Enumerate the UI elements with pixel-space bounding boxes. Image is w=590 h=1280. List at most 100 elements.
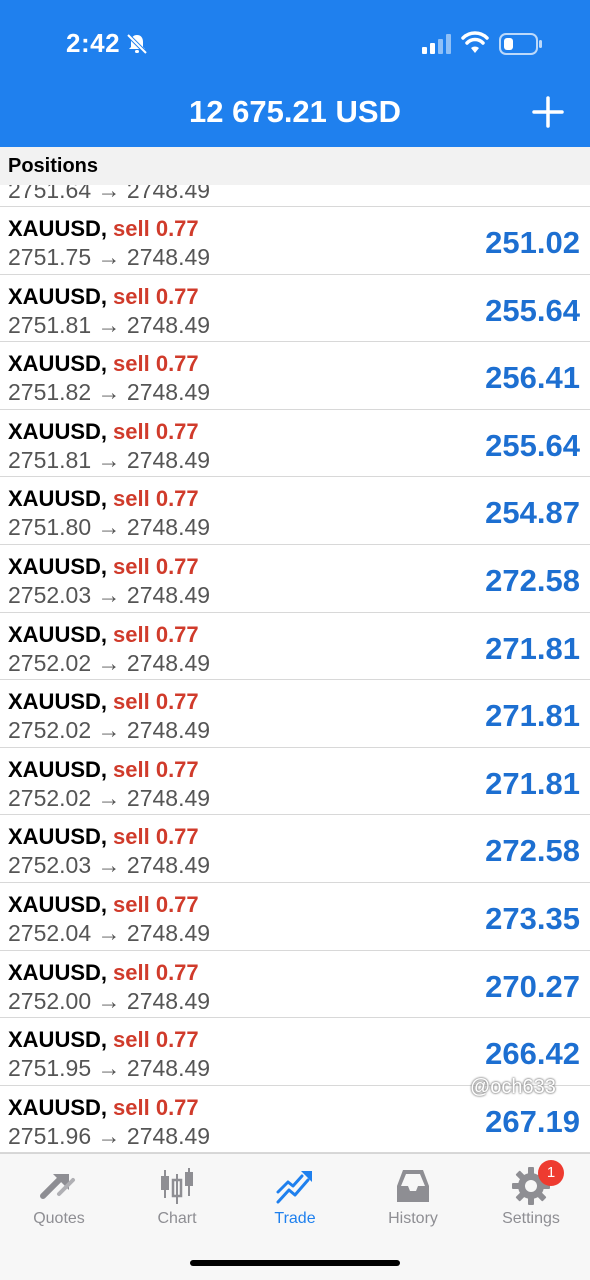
battery-icon <box>499 33 542 55</box>
tab-label: Quotes <box>33 1210 85 1227</box>
position-symbol-line: XAUUSD, sell 0.77 <box>8 351 199 377</box>
trade-side: sell 0.77 <box>113 1027 199 1053</box>
section-title: Positions <box>8 155 99 177</box>
position-symbol-line: XAUUSD, sell 0.77 <box>8 486 199 512</box>
bell-slash-icon <box>126 33 148 55</box>
tab-label: Settings <box>502 1210 560 1227</box>
separator: , <box>100 824 108 850</box>
symbol: XAUUSD <box>8 216 101 241</box>
position-profit: 255.64 <box>485 427 580 463</box>
separator: , <box>100 418 108 444</box>
position-row[interactable]: XAUUSD, sell 0.77 2752.02 → 2748.49 271.81 <box>0 680 590 748</box>
positions-list[interactable]: 2751.64 → 2748.49 XAUUSD, sell 0.77 2751.7… <box>0 185 590 1153</box>
trade-side: sell 0.77 <box>113 824 199 850</box>
tab-label: Trade <box>274 1210 316 1227</box>
position-prices: 2751.82 → 2748.49 <box>8 379 211 406</box>
position-row[interactable]: XAUUSD, sell 0.77 2752.02 → 2748.49 271.81 <box>0 613 590 681</box>
separator: , <box>100 216 108 241</box>
separator: , <box>100 621 108 647</box>
signal-icon <box>422 34 451 54</box>
position-prices: 2751.80 → 2748.49 <box>8 514 211 541</box>
symbol: XAUUSD <box>8 959 101 985</box>
position-prices: 2752.02 → 2748.49 <box>8 717 211 744</box>
position-prices: 2751.81 → 2748.49 <box>8 446 211 473</box>
position-symbol-line: XAUUSD, sell 0.77 <box>8 757 199 783</box>
position-row[interactable]: XAUUSD, sell 0.77 2751.75 → 2748.49 251.02 <box>0 207 590 275</box>
position-row[interactable]: XAUUSD, sell 0.77 2751.80 → 2748.49 254.87 <box>0 477 590 545</box>
separator: , <box>100 486 108 512</box>
position-symbol-line: XAUUSD, sell 0.77 <box>8 419 199 445</box>
position-symbol-line: XAUUSD, sell 0.77 <box>8 689 199 715</box>
position-profit: 272.58 <box>485 833 580 869</box>
notification-badge: 1 <box>538 1160 564 1186</box>
position-symbol-line: XAUUSD, sell 0.77 <box>8 1095 199 1121</box>
position-symbol-line: XAUUSD, sell 0.77 <box>8 284 199 310</box>
separator: , <box>100 1027 108 1053</box>
trade-side: sell 0.77 <box>113 959 199 985</box>
trade-side: sell 0.77 <box>113 892 199 917</box>
symbol: XAUUSD <box>8 486 101 512</box>
watermark: @och633 <box>470 1076 556 1098</box>
position-prices: 2752.02 → 2748.49 <box>8 649 211 676</box>
symbol: XAUUSD <box>8 1027 101 1053</box>
position-row[interactable]: XAUUSD, sell 0.77 2751.81 → 2748.49 255.64 <box>0 410 590 478</box>
position-profit: 266.42 <box>485 1036 580 1072</box>
position-symbol-line: XAUUSD, sell 0.77 <box>8 1027 199 1053</box>
position-prices: 2751.95 → 2748.49 <box>8 1055 211 1082</box>
position-prices: 2751.64 → 2748.49 <box>8 185 211 203</box>
position-row[interactable]: XAUUSD, sell 0.77 2752.03 → 2748.49 272.58 <box>0 545 590 613</box>
account-balance: 12 675.21 USD <box>189 94 401 129</box>
position-profit: 272.58 <box>485 563 580 598</box>
tab-history[interactable]: History <box>354 1154 472 1244</box>
tab-trade[interactable]: Trade <box>236 1154 354 1244</box>
position-profit: 273.35 <box>485 901 580 936</box>
position-prices: 2751.75 → 2748.49 <box>8 244 211 270</box>
separator: , <box>100 756 108 782</box>
trade-side: sell 0.77 <box>113 418 199 444</box>
position-profit: 270.27 <box>485 968 580 1004</box>
position-row[interactable]: XAUUSD, sell 0.77 2751.81 → 2748.49 255.64 <box>0 275 590 343</box>
position-symbol-line: XAUUSD, sell 0.77 <box>8 960 199 986</box>
tab-chart[interactable]: Chart <box>118 1154 236 1244</box>
position-row[interactable]: XAUUSD, sell 0.77 2752.02 → 2748.49 271.81 <box>0 748 590 816</box>
add-order-button[interactable] <box>526 90 570 134</box>
separator: , <box>100 554 108 579</box>
position-row[interactable]: XAUUSD, sell 0.77 2752.00 → 2748.49 270.27 <box>0 951 590 1019</box>
position-profit: 256.41 <box>485 360 580 396</box>
chart-icon <box>161 1168 193 1204</box>
trade-side: sell 0.77 <box>113 756 199 782</box>
app-header: 2:42 12 675.21 USD <box>0 0 590 147</box>
trade-side: sell 0.77 <box>113 486 199 512</box>
position-profit: 254.87 <box>485 495 580 531</box>
position-prices: 2751.81 → 2748.49 <box>8 311 211 338</box>
position-row[interactable]: XAUUSD, sell 0.77 2752.03 → 2748.49 272.58 <box>0 815 590 883</box>
symbol: XAUUSD <box>8 554 101 579</box>
position-row-partial[interactable]: 2751.64 → 2748.49 <box>0 185 590 207</box>
position-row[interactable]: XAUUSD, sell 0.77 2752.04 → 2748.49 273.35 <box>0 883 590 951</box>
trade-side: sell 0.77 <box>113 351 199 377</box>
position-prices: 2752.03 → 2748.49 <box>8 582 211 608</box>
symbol: XAUUSD <box>8 689 101 715</box>
symbol: XAUUSD <box>8 283 101 309</box>
status-time: 2:42 <box>66 28 121 58</box>
position-prices: 2752.00 → 2748.49 <box>8 987 211 1014</box>
wifi-icon <box>461 31 489 53</box>
tab-label: History <box>388 1210 438 1227</box>
separator: , <box>100 892 108 917</box>
position-row[interactable]: XAUUSD, sell 0.77 2751.82 → 2748.49 256.41 <box>0 342 590 410</box>
symbol: XAUUSD <box>8 892 101 917</box>
tab-settings[interactable]: Settings 1 <box>472 1154 590 1244</box>
quotes-icon <box>40 1174 75 1199</box>
symbol: XAUUSD <box>8 1094 101 1120</box>
separator: , <box>100 1094 108 1120</box>
position-profit: 255.64 <box>485 292 580 328</box>
symbol: XAUUSD <box>8 756 101 782</box>
trade-side: sell 0.77 <box>113 554 199 579</box>
trade-side: sell 0.77 <box>113 283 199 309</box>
separator: , <box>100 689 108 715</box>
tab-quotes[interactable]: Quotes <box>0 1154 118 1244</box>
position-profit: 271.81 <box>485 698 580 734</box>
position-symbol-line: XAUUSD, sell 0.77 <box>8 216 199 242</box>
symbol: XAUUSD <box>8 824 101 850</box>
position-profit: 271.81 <box>485 765 580 801</box>
